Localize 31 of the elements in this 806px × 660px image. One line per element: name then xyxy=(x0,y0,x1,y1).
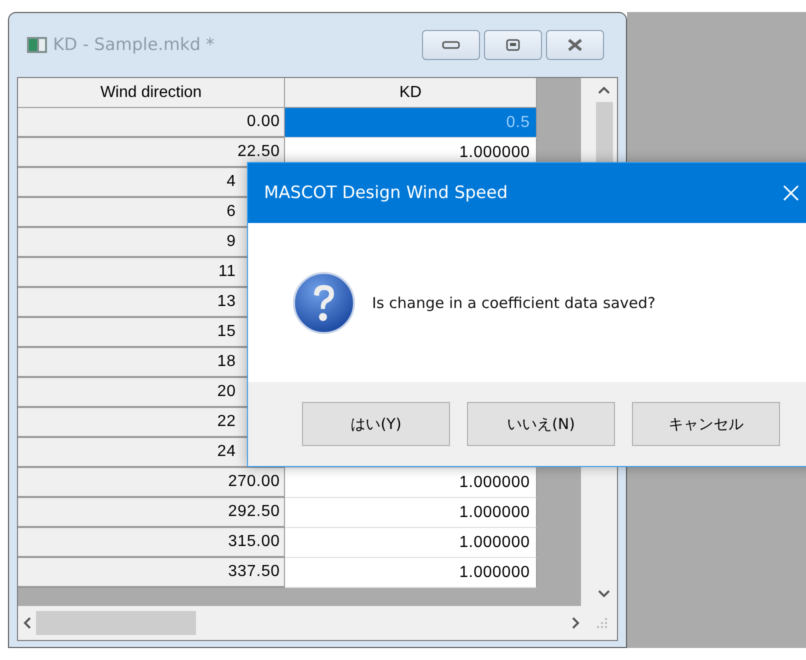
close-button[interactable] xyxy=(546,30,604,60)
chevron-down-icon xyxy=(598,590,610,598)
dialog-message: Is change in a coefficient data saved? xyxy=(372,294,656,312)
dialog-button[interactable]: いいえ(N) xyxy=(467,402,615,446)
close-icon xyxy=(566,38,584,52)
chevron-left-icon xyxy=(23,617,31,629)
minimize-icon xyxy=(442,41,460,49)
chevron-up-icon xyxy=(598,86,610,94)
scrollbar-thumb[interactable] xyxy=(36,611,196,635)
column-header[interactable]: Wind direction xyxy=(18,78,285,108)
table-cell[interactable]: 1.000000 xyxy=(285,498,537,528)
maximize-button[interactable] xyxy=(484,30,542,60)
row-header: 22.50 xyxy=(18,138,285,168)
row-header: 292.50 xyxy=(18,498,285,528)
close-icon[interactable] xyxy=(782,184,800,202)
column-header[interactable]: KD xyxy=(285,78,537,108)
grid-app-icon xyxy=(27,37,47,53)
dialog-button[interactable]: キャンセル xyxy=(632,402,780,446)
minimize-button[interactable] xyxy=(422,30,480,60)
window-title: KD - Sample.mkd * xyxy=(53,35,216,55)
dialog-button[interactable]: はい(Y) xyxy=(302,402,450,446)
restore-icon xyxy=(506,39,520,51)
table-cell[interactable]: 1.000000 xyxy=(285,558,537,588)
row-header: 315.00 xyxy=(18,528,285,558)
chevron-right-icon xyxy=(572,617,580,629)
row-header: 270.00 xyxy=(18,468,285,498)
question-icon xyxy=(292,270,356,334)
table-cell[interactable]: 1.000000 xyxy=(285,468,537,498)
row-header: 0.00 xyxy=(18,108,285,138)
table-cell[interactable]: 1.000000 xyxy=(285,528,537,558)
row-header: 337.50 xyxy=(18,558,285,588)
